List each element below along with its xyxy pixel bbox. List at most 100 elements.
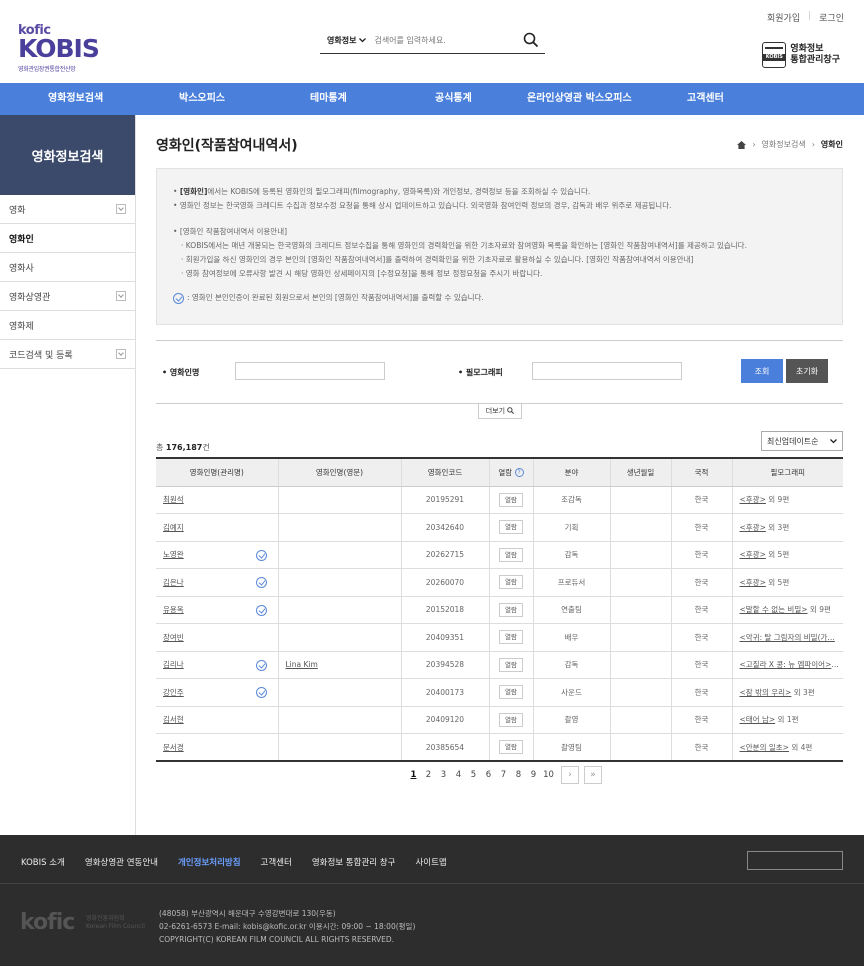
cell-part: 기획 [532, 513, 610, 542]
expand-icon[interactable] [116, 349, 126, 359]
view-button[interactable]: 열람 [499, 492, 523, 507]
breadcrumb-item[interactable]: 영화정보검색 [762, 139, 806, 150]
nav-customer-center[interactable]: 고객센터 [687, 83, 724, 115]
table-row: 유용옥 20152018 열람 연출팀 한국 <말할 수 없는 비밀> 외 9편 [156, 596, 843, 624]
view-button[interactable]: 열람 [499, 520, 523, 535]
view-button[interactable]: 열람 [499, 685, 523, 700]
cell-code: 20342640 [400, 513, 489, 542]
footer-nav-link[interactable]: 고객센터 [261, 856, 292, 868]
filmo-link[interactable]: <말할 수 없는 비밀> [740, 605, 808, 614]
expand-icon[interactable] [116, 291, 126, 301]
col-view: 열람 ? [488, 458, 533, 487]
view-button[interactable]: 열람 [499, 712, 523, 727]
join-link[interactable]: 회원가입 [767, 11, 800, 24]
view-button[interactable]: 열람 [499, 547, 523, 562]
cell-view: 열람 [488, 733, 533, 762]
filmo-link[interactable]: <후광> [740, 550, 766, 559]
sidebar-item-movie[interactable]: 영화 [0, 195, 135, 224]
footer-nav-link[interactable]: 사이트맵 [415, 856, 446, 868]
breadcrumb: › 영화정보검색 › 영화인 [737, 139, 843, 150]
cell-view: 열람 [488, 706, 533, 734]
login-link[interactable]: 로그인 [819, 11, 844, 24]
footer-nav-link[interactable]: 영화정보 통합관리 창구 [312, 856, 396, 868]
page-link[interactable]: 7 [496, 770, 511, 780]
filmo-link[interactable]: <악귀: 탈 그림자의 비밀(가… [740, 633, 835, 642]
view-button[interactable]: 열람 [499, 657, 523, 672]
page-link[interactable]: 3 [436, 770, 451, 780]
filmo-link[interactable]: <태어 남> [740, 715, 776, 724]
help-icon[interactable]: ? [514, 468, 524, 478]
col-nation: 국적 [670, 458, 732, 487]
notice-line: · 회원가입을 하신 영화인의 경우 본인의 [영화인 작품참여내역서]를 출력… [181, 255, 694, 264]
page-link[interactable]: 1 [406, 770, 421, 780]
person-name-link[interactable]: 김은나 [163, 578, 184, 587]
person-name-link[interactable]: 최원석 [163, 495, 184, 504]
sidebar-item-code[interactable]: 코드검색 및 등록 [0, 340, 135, 369]
sidebar-item-company[interactable]: 영화사 [0, 253, 135, 282]
kobis-logo[interactable]: kofic KOBIS 영화관입장권통합전산망 [18, 24, 118, 73]
page-link[interactable]: 10 [541, 770, 556, 780]
cell-name-en [277, 486, 401, 514]
view-button[interactable]: 열람 [499, 602, 523, 617]
sidebar-item-festival[interactable]: 영화제 [0, 311, 135, 340]
page-link[interactable]: 5 [466, 770, 481, 780]
sort-select[interactable]: 최신업데이트순 [761, 431, 843, 451]
search-category-select[interactable]: 영화정보 [320, 35, 374, 46]
cell-filmo: <고질라 X 콩: 뉴 엠파이어> … [731, 651, 843, 679]
sidebar-item-people[interactable]: 영화인 [0, 224, 135, 253]
page-link[interactable]: 8 [511, 770, 526, 780]
search-input[interactable] [374, 36, 515, 45]
last-page-button[interactable]: » [584, 766, 602, 784]
family-site-select[interactable] [747, 851, 843, 870]
page-link[interactable]: 2 [421, 770, 436, 780]
footer-nav-link[interactable]: 개인정보처리방침 [178, 856, 241, 868]
person-name-link[interactable]: 유용옥 [163, 605, 184, 614]
sidebar-item-theater[interactable]: 영화상영관 [0, 282, 135, 311]
page-link[interactable]: 9 [526, 770, 541, 780]
filmo-link[interactable]: <안분의 일초> [740, 743, 789, 752]
nav-movie-search[interactable]: 영화정보검색 [48, 83, 103, 115]
name-input[interactable] [235, 362, 385, 380]
col-part: 분야 [532, 458, 610, 487]
nav-theme-stats[interactable]: 테마통계 [310, 83, 347, 115]
nav-online-boxoffice[interactable]: 온라인상영관 박스오피스 [527, 83, 632, 115]
page-link[interactable]: 6 [481, 770, 496, 780]
info-management-link[interactable]: KOBIS 영화정보 통합관리창구 [762, 42, 840, 68]
expand-icon[interactable] [116, 204, 126, 214]
filmo-input[interactable] [532, 362, 682, 380]
home-icon[interactable] [737, 140, 747, 149]
more-options-button[interactable]: 더보기 [478, 404, 522, 419]
people-table: 영화인명(관리명) 영화인명(영문) 영화인코드 열람 ? 분야 생년월일 국적… [156, 457, 843, 762]
view-button[interactable]: 열람 [499, 630, 523, 645]
person-name-link[interactable]: 노영완 [163, 550, 184, 559]
footer-nav-link[interactable]: 영화상영관 연동안내 [85, 856, 158, 868]
page-title: 영화인(작품참여내역서) [156, 138, 298, 154]
filmo-link[interactable]: <잠 밖의 우리> [740, 688, 792, 697]
col-name-en: 영화인명(영문) [277, 458, 401, 487]
person-name-en-link[interactable]: Lina Kim [286, 660, 318, 669]
reset-button[interactable]: 초기화 [786, 359, 828, 383]
certified-check-icon [255, 577, 267, 588]
person-name-link[interactable]: 김서현 [163, 715, 184, 724]
filmo-link[interactable]: <후광> [740, 523, 766, 532]
next-page-button[interactable]: › [561, 766, 579, 784]
cell-name: 유용옥 [156, 596, 278, 624]
filmo-link[interactable]: <후광> [740, 578, 766, 587]
search-button[interactable]: 조회 [741, 359, 783, 383]
page-link[interactable]: 4 [451, 770, 466, 780]
person-name-link[interactable]: 문서경 [163, 743, 184, 752]
view-button[interactable]: 열람 [499, 740, 523, 754]
search-icon[interactable] [523, 32, 539, 48]
view-button[interactable]: 열람 [499, 575, 523, 590]
footer-nav-link[interactable]: KOBIS 소개 [21, 856, 65, 868]
logo-subtitle: 영화관입장권통합전산망 [18, 66, 76, 73]
person-name-link[interactable]: 김리나 [163, 660, 184, 669]
person-name-link[interactable]: 김예지 [163, 523, 184, 532]
person-name-link[interactable]: 강인주 [163, 688, 184, 697]
filmo-link[interactable]: <후광> [740, 495, 766, 504]
nav-boxoffice[interactable]: 박스오피스 [179, 83, 225, 115]
nav-official-stats[interactable]: 공식통계 [435, 83, 472, 115]
footer-logo: kofic [20, 910, 75, 935]
person-name-link[interactable]: 장여빈 [163, 633, 184, 642]
filmo-link[interactable]: <고질라 X 콩: 뉴 엠파이어> [740, 660, 839, 669]
